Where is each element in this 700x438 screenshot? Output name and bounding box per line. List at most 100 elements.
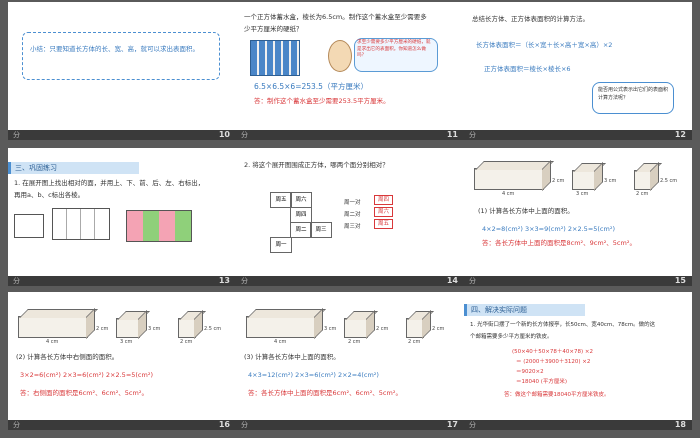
cube-formula: 正方体表面积＝棱长×棱长×6 <box>484 65 571 73</box>
cuboid-cube <box>116 310 150 339</box>
question-line1: 1. 在展开图上找出相对的面，并用上、下、前、后、左、右标出， <box>14 179 205 187</box>
question-line2: 少平方厘米的硬纸？ <box>244 25 303 33</box>
slide-label: 分 <box>241 421 248 429</box>
dimension-label: 4 cm <box>46 339 59 345</box>
water-box-image <box>250 40 300 76</box>
slide-number: 10 <box>218 130 230 139</box>
summary-callout <box>22 32 220 80</box>
answer-line: 答：各长方体中上面的面积是6cm²、6cm²、5cm²。 <box>248 389 402 397</box>
cuboid-small <box>634 162 662 191</box>
calc-line: 4×2=8(cm²) 3×3=9(cm²) 2×2.5=5(cm²) <box>482 225 615 233</box>
dimension-label: 2 cm <box>408 339 421 345</box>
slide-number: 17 <box>446 420 458 429</box>
question-line1: 一个正方体蓄水盒，棱长为6.5cm。制作这个蓄水盒至少需要多 <box>244 13 427 21</box>
slide-18[interactable]: 四、解决实际问题 1. 光华街口摆了一个新的长方体报亭，长50cm、宽40cm、… <box>464 292 692 430</box>
answer-line: 答：制作这个蓄水盒至少需要253.5平方厘米。 <box>254 97 390 105</box>
question: (2) 计算各长方体中右侧面的面积。 <box>16 353 119 361</box>
cuboid-large <box>474 160 554 191</box>
dimension-label: 3 cm <box>324 326 337 332</box>
slide-number: 11 <box>446 130 458 139</box>
calc-line: 6.5×6.5×6=253.5（平方厘米） <box>254 82 368 91</box>
net-diagram-1 <box>52 208 110 240</box>
section-tag: 四、解决实际问题 <box>464 304 585 316</box>
summary-text: 小结：只要知道长方体的长、宽、高，就可以求出表面积。 <box>30 45 199 53</box>
question: 2. 将这个展开图围成正方体，哪两个面分别相对？ <box>244 161 389 169</box>
cartoon-character-icon <box>328 40 352 72</box>
heading: 总结长方体、正方体表面积的计算方法。 <box>472 15 589 23</box>
question: (1) 计算各长方体中上面的面积。 <box>478 207 574 215</box>
slide-label: 分 <box>13 421 20 429</box>
cube-net: 周五 周六 周四 周二 周三 周一 <box>270 192 332 254</box>
dimension-label: 2 cm <box>636 191 649 197</box>
cuboid-cube <box>572 162 606 191</box>
slide-label: 分 <box>469 131 476 139</box>
slide-14[interactable]: 2. 将这个展开图围成正方体，哪两个面分别相对？ 周五 周六 周四 周二 周三 … <box>236 148 464 286</box>
cuboid-small <box>178 310 206 339</box>
slide-number: 16 <box>218 420 230 429</box>
pair-answer: 周六 <box>374 207 394 217</box>
slide-label: 分 <box>13 277 20 285</box>
pair-answer: 周五 <box>374 219 394 229</box>
cuboid-large <box>18 308 98 339</box>
dimension-label: 3 cm <box>576 191 589 197</box>
net-face: 周三 <box>310 222 332 238</box>
calc-step-2: ＝ (2000＋3900＋3120) ×2 <box>516 359 591 365</box>
dimension-label: 4 cm <box>502 191 515 197</box>
slide-16[interactable]: 4 cm 2 cm 3 cm 3 cm 2 cm 2.5 cm (2) 计算各长… <box>8 292 236 430</box>
dimension-label: 2.5 cm <box>204 326 222 332</box>
calc-line: 3×2=6(cm²) 2×3=6(cm²) 2×2.5=5(cm²) <box>20 371 153 379</box>
dimension-label: 2 cm <box>180 339 193 345</box>
question-line1: 1. 光华街口摆了一个新的长方体报亭，长50cm、宽40cm、78cm。做的这 <box>470 322 656 328</box>
net-face: 周二 <box>290 222 312 238</box>
dimension-label: 2 cm <box>552 178 565 184</box>
slide-label: 分 <box>241 131 248 139</box>
slide-number: 18 <box>674 420 686 429</box>
answer-line: 答：右侧面的面积是6cm²、6cm²、5cm²。 <box>20 389 148 397</box>
cuboid-large <box>246 308 326 339</box>
cuboid-diagram <box>14 214 44 238</box>
slide-label: 分 <box>13 131 20 139</box>
slide-number: 13 <box>218 276 230 285</box>
slide-13[interactable]: 三、巩固练习 1. 在展开图上找出相对的面，并用上、下、前、后、左、右标出， 再… <box>8 148 236 286</box>
slide-10[interactable]: 小结：只要知道长方体的长、宽、高，就可以求出表面积。 分 10 <box>8 2 236 140</box>
question-bubble-text: 能否用公式表示出它们的表面积计算方法呢？ <box>598 87 669 101</box>
slide-label: 分 <box>469 277 476 285</box>
slide-12[interactable]: 总结长方体、正方体表面积的计算方法。 长方体表面积＝（长×宽＋长×高＋宽×高）×… <box>464 2 692 140</box>
dimension-label: 2 cm <box>376 326 389 332</box>
pair-label: 周二对 <box>344 212 361 218</box>
net-diagram-colored <box>126 210 192 242</box>
dimension-label: 2.5 cm <box>660 178 678 184</box>
slide-number: 15 <box>674 276 686 285</box>
dimension-label: 2 cm <box>96 326 109 332</box>
calc-step-4: ＝18040 (平方厘米) <box>516 379 568 385</box>
net-face: 周四 <box>290 207 312 223</box>
question: (3) 计算各长方体中上面的面积。 <box>244 353 340 361</box>
cuboid-small <box>406 310 434 339</box>
slide-label: 分 <box>241 277 248 285</box>
answer-line: 答：各长方体中上面的面积是8cm²、9cm²、5cm²。 <box>482 239 636 247</box>
slide-17[interactable]: 4 cm 3 cm 2 cm 2 cm 2 cm 2 cm (3) 计算各长方体… <box>236 292 464 430</box>
dimension-label: 2 cm <box>432 326 445 332</box>
slide-number: 12 <box>674 130 686 139</box>
dimension-label: 2 cm <box>348 339 361 345</box>
hint-text: 求至少需要多少平方厘米的硬纸，就是求出它的表面积。你知道怎么做吗？ <box>357 40 431 58</box>
cuboid-formula: 长方体表面积＝（长×宽＋长×高＋宽×高）×2 <box>476 41 613 49</box>
dimension-label: 3 cm <box>604 178 617 184</box>
question-line2: 再用a、b、c标出各棱。 <box>14 191 85 199</box>
calc-line: 4×3=12(cm²) 2×3=6(cm²) 2×2=4(cm²) <box>248 371 379 379</box>
calc-step-3: ＝9020×2 <box>516 369 544 375</box>
dimension-label: 3 cm <box>120 339 133 345</box>
question-line2: 个邮箱需要多少平方厘米的铁皮。 <box>470 334 553 340</box>
calc-step-1: (50×40＋50×78＋40×78) ×2 <box>512 349 593 355</box>
slide-label: 分 <box>469 421 476 429</box>
pair-answer: 周四 <box>374 195 394 205</box>
net-face: 周一 <box>270 237 292 253</box>
slide-15[interactable]: 4 cm 2 cm 3 cm 3 cm 2.5 cm 2 cm (1) 计算各长… <box>464 148 692 286</box>
net-face: 周六 <box>290 192 312 208</box>
slide-number: 14 <box>446 276 458 285</box>
slide-11[interactable]: 一个正方体蓄水盒，棱长为6.5cm。制作这个蓄水盒至少需要多 少平方厘米的硬纸？… <box>236 2 464 140</box>
section-tag: 三、巩固练习 <box>8 162 139 174</box>
net-face: 周五 <box>270 192 292 208</box>
dimension-label: 4 cm <box>274 339 287 345</box>
cuboid-cube <box>344 310 378 339</box>
